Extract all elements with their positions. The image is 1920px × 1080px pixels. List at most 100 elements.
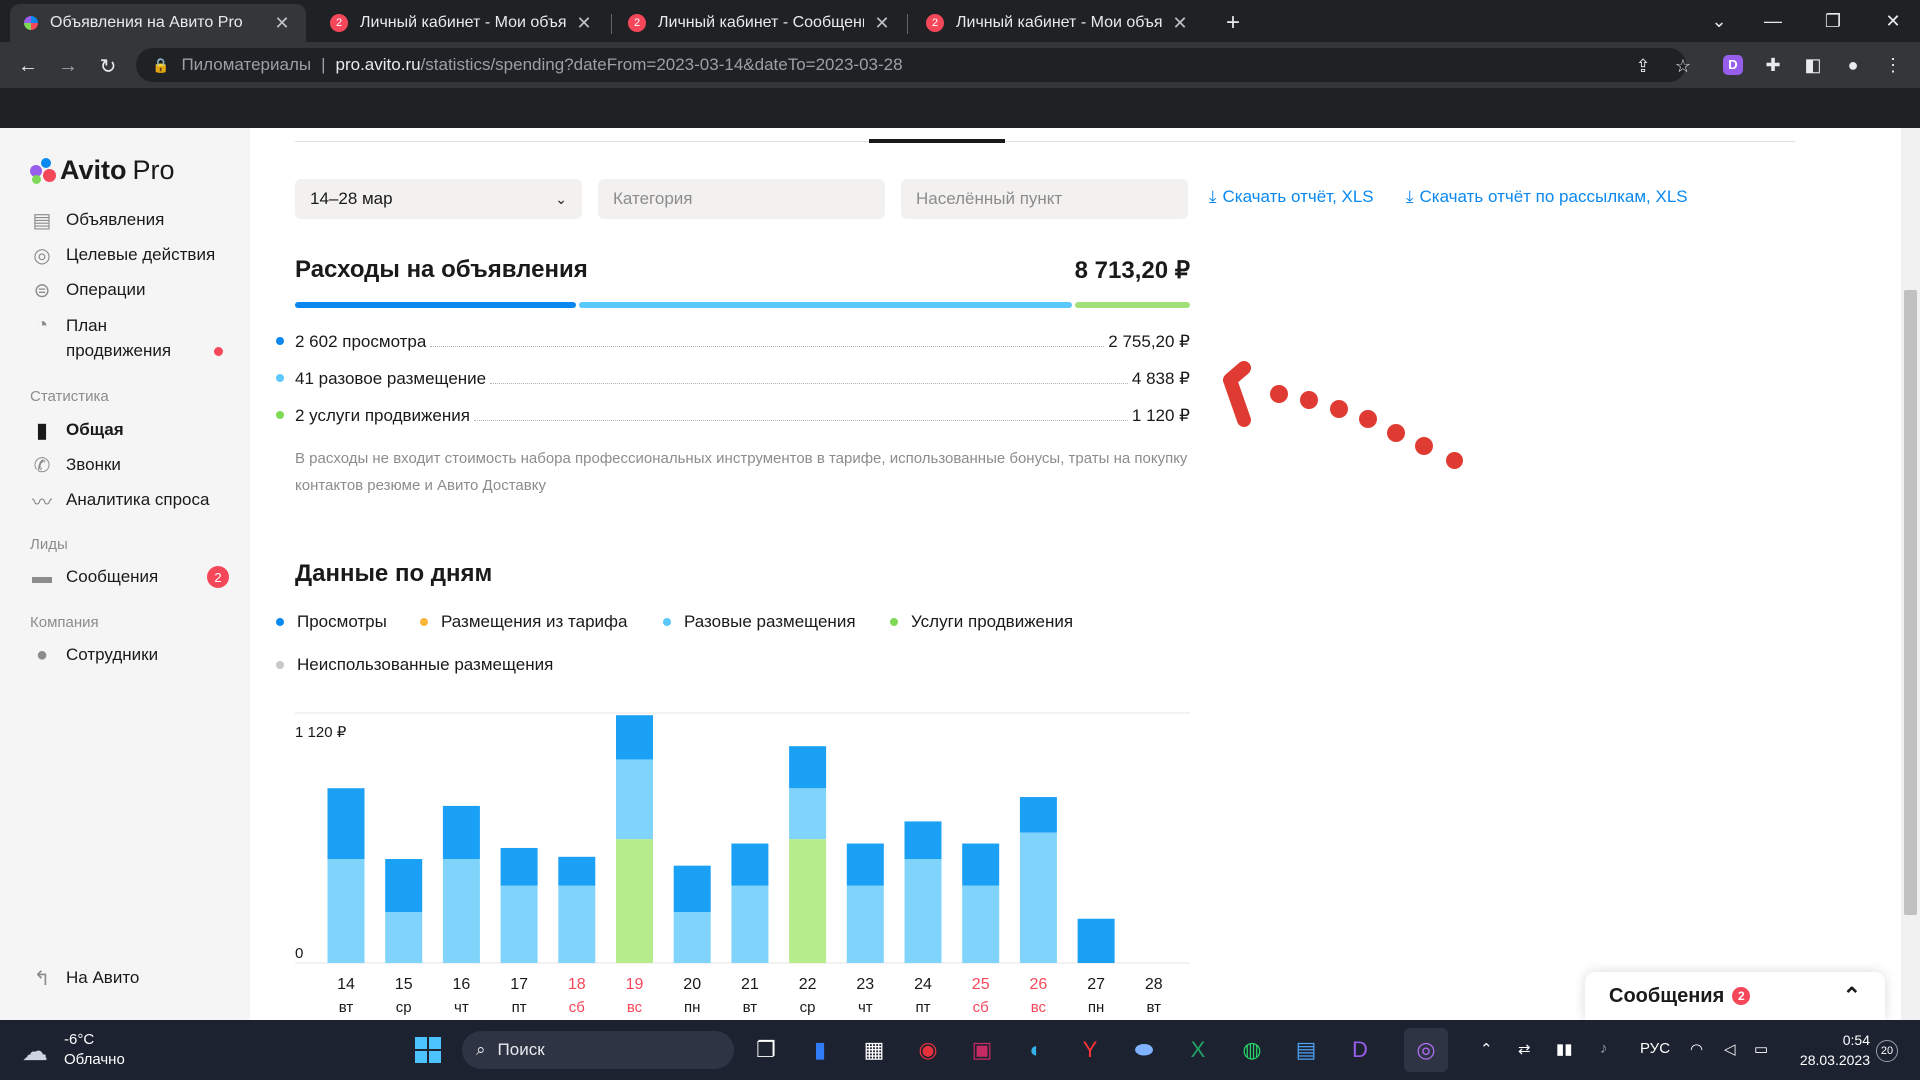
spending-row-placements: 41 разовое размещение 4 838 ₽ — [276, 369, 1190, 389]
download-report-link[interactable]: ⤓ Скачать отчёт, XLS — [1209, 187, 1374, 207]
close-window-icon[interactable]: ✕ — [1870, 0, 1916, 42]
row-value: 4 838 ₽ — [1131, 369, 1190, 388]
sidebar-item-messages[interactable]: ▬ Сообщения — [30, 565, 158, 589]
search-icon: ⌕ — [476, 1040, 486, 1059]
share-icon[interactable]: ⇪ — [1628, 51, 1658, 81]
extensions-puzzle-icon[interactable]: ✚ — [1758, 50, 1788, 80]
tray-chevron-icon[interactable]: ⌃ — [1480, 1040, 1493, 1058]
y-tick-label: 0 — [295, 945, 303, 962]
download-mailing-report-link[interactable]: ⤓ Скачать отчёт по рассылкам, XLS — [1406, 187, 1688, 207]
menu-dots-icon[interactable]: ⋮ — [1878, 50, 1908, 80]
whatsapp-icon[interactable]: ◍ — [1230, 1028, 1274, 1072]
d-app-icon[interactable]: D — [1338, 1028, 1382, 1072]
sidebar-item-promotion-plan[interactable]: ◔ План продвижения — [30, 313, 230, 363]
browser-tab[interactable]: 2 Личный кабинет - Сообщения ✕ — [614, 4, 906, 42]
sidebar-item-operations[interactable]: ⊜ Операции — [30, 278, 146, 302]
browser-tab-active[interactable]: Объявления на Авито Pro ✕ — [10, 4, 306, 42]
sidebar-item-demand-analytics[interactable]: 〰 Аналитика спроса — [30, 488, 209, 514]
sidebar-item-listings[interactable]: ▤ Объявления — [30, 208, 165, 232]
period-select[interactable]: 14–28 мар ⌄ — [295, 179, 582, 219]
new-tab-button[interactable]: + — [1216, 4, 1258, 42]
back-to-avito-link[interactable]: ↰ На Авито — [30, 966, 140, 990]
chart-bar-segment — [846, 885, 884, 963]
minimize-icon[interactable]: — — [1750, 0, 1796, 42]
arrow-dot — [1300, 391, 1318, 409]
tray-app-icon[interactable]: ⇄ — [1518, 1040, 1531, 1058]
taskbar-search[interactable]: ⌕ Поиск — [462, 1031, 734, 1069]
wifi-icon[interactable]: ◠ — [1690, 1040, 1703, 1058]
browser-tab[interactable]: 2 Личный кабинет - Мои объявле ✕ — [316, 4, 608, 42]
x-tick-weekday: чт — [858, 999, 873, 1016]
weather-text: Облачно — [64, 1051, 125, 1068]
period-value: 14–28 мар — [310, 189, 393, 208]
yandex-browser-icon[interactable]: Y — [1068, 1028, 1112, 1072]
sidebar-item-target-actions[interactable]: ◎ Целевые действия — [30, 243, 215, 267]
volume-icon[interactable]: ◁ — [1724, 1040, 1736, 1058]
task-view-icon[interactable]: ❐ — [744, 1028, 788, 1072]
city-select[interactable]: Населённый пункт — [901, 179, 1188, 219]
chevron-up-icon[interactable]: ⌃ — [1843, 983, 1861, 1009]
trend-icon: 〰 — [32, 491, 52, 514]
back-icon[interactable]: ← — [12, 50, 44, 82]
close-icon[interactable]: ✕ — [272, 13, 292, 34]
chrome-icon[interactable]: ◎ — [1404, 1028, 1448, 1072]
legend-dot — [276, 374, 284, 382]
scrollbar-thumb[interactable] — [1904, 290, 1917, 915]
chart-bar-segment — [616, 759, 653, 840]
sidebar-item-calls[interactable]: ✆ Звонки — [30, 453, 121, 477]
download-report-label: Скачать отчёт, XLS — [1222, 187, 1374, 206]
calculator-icon[interactable]: ▦ — [852, 1028, 896, 1072]
tab-search-icon[interactable]: ⌄ — [1696, 0, 1742, 42]
address-bar[interactable]: 🔒 Пиломатериалы | pro.avito.ru /statisti… — [136, 48, 1686, 82]
extension-d-icon[interactable]: D — [1718, 50, 1748, 80]
notifications-count[interactable]: 20 — [1876, 1040, 1898, 1062]
x-tick-day: 18 — [568, 976, 586, 993]
avito-pro-logo[interactable]: Avito Pro — [30, 155, 175, 186]
spending-bar-views — [295, 302, 576, 308]
edge-icon[interactable]: ◐ — [1014, 1028, 1058, 1072]
profile-icon[interactable]: ● — [1838, 50, 1868, 80]
bookmark-star-icon[interactable]: ☆ — [1668, 51, 1698, 81]
x-tick-day: 17 — [510, 976, 528, 993]
notification-badge-icon: 2 — [926, 14, 944, 32]
row-leader — [490, 383, 1128, 384]
language-indicator[interactable]: РУС — [1640, 1040, 1670, 1057]
windows-start-icon[interactable] — [406, 1028, 450, 1072]
battery-icon[interactable]: ▭ — [1754, 1040, 1768, 1058]
save-app-icon[interactable]: ▣ — [960, 1028, 1004, 1072]
y-tick-label: 1 120 ₽ — [295, 724, 347, 741]
avito-favicon-icon — [24, 16, 38, 30]
row-label: 2 602 просмотра — [295, 332, 427, 351]
category-select[interactable]: Категория — [598, 179, 885, 219]
chart-bar-segment — [616, 715, 653, 760]
browser-tab[interactable]: 2 Личный кабинет - Мои объявле ✕ — [912, 4, 1204, 42]
page-tab-active-indicator — [869, 139, 1005, 143]
microphone-icon[interactable]: ♪ — [1600, 1040, 1608, 1057]
forward-icon[interactable]: → — [52, 50, 84, 82]
chart-bar-segment — [500, 885, 538, 963]
reload-icon[interactable]: ↻ — [92, 50, 124, 82]
sidebar-item-staff[interactable]: ● Сотрудники — [30, 643, 158, 667]
messages-widget[interactable]: Сообщения 2 ⌃ — [1585, 972, 1885, 1020]
cloud-weather-icon[interactable]: ☁ — [22, 1036, 48, 1067]
clock[interactable]: 0:54 28.03.2023 — [1790, 1030, 1870, 1070]
x-tick-day: 20 — [683, 976, 701, 993]
tray-bars-icon[interactable]: ▮▮ — [1556, 1040, 1573, 1058]
close-icon[interactable]: ✕ — [574, 13, 594, 34]
close-icon[interactable]: ✕ — [872, 13, 892, 34]
sidebar-item-overview[interactable]: ▮ Общая — [30, 418, 123, 442]
app-icon[interactable]: ⬬ — [1122, 1028, 1166, 1072]
chart-bar-segment — [904, 821, 942, 860]
x-tick-weekday: вт — [1147, 999, 1162, 1016]
x-tick-day: 19 — [626, 976, 644, 993]
row-label: 2 услуги продвижения — [295, 406, 470, 425]
excel-icon[interactable]: X — [1176, 1028, 1220, 1072]
close-icon[interactable]: ✕ — [1170, 13, 1190, 34]
media-app-icon[interactable]: ◉ — [906, 1028, 950, 1072]
bookmark-app-icon[interactable]: ▮ — [798, 1028, 842, 1072]
notes-icon[interactable]: ▤ — [1284, 1028, 1328, 1072]
weather-widget[interactable]: -6°C Облачно — [64, 1030, 125, 1070]
restore-icon[interactable]: ❐ — [1810, 0, 1856, 42]
side-panel-icon[interactable]: ◧ — [1798, 50, 1828, 80]
page-tabs-divider — [295, 141, 1795, 142]
